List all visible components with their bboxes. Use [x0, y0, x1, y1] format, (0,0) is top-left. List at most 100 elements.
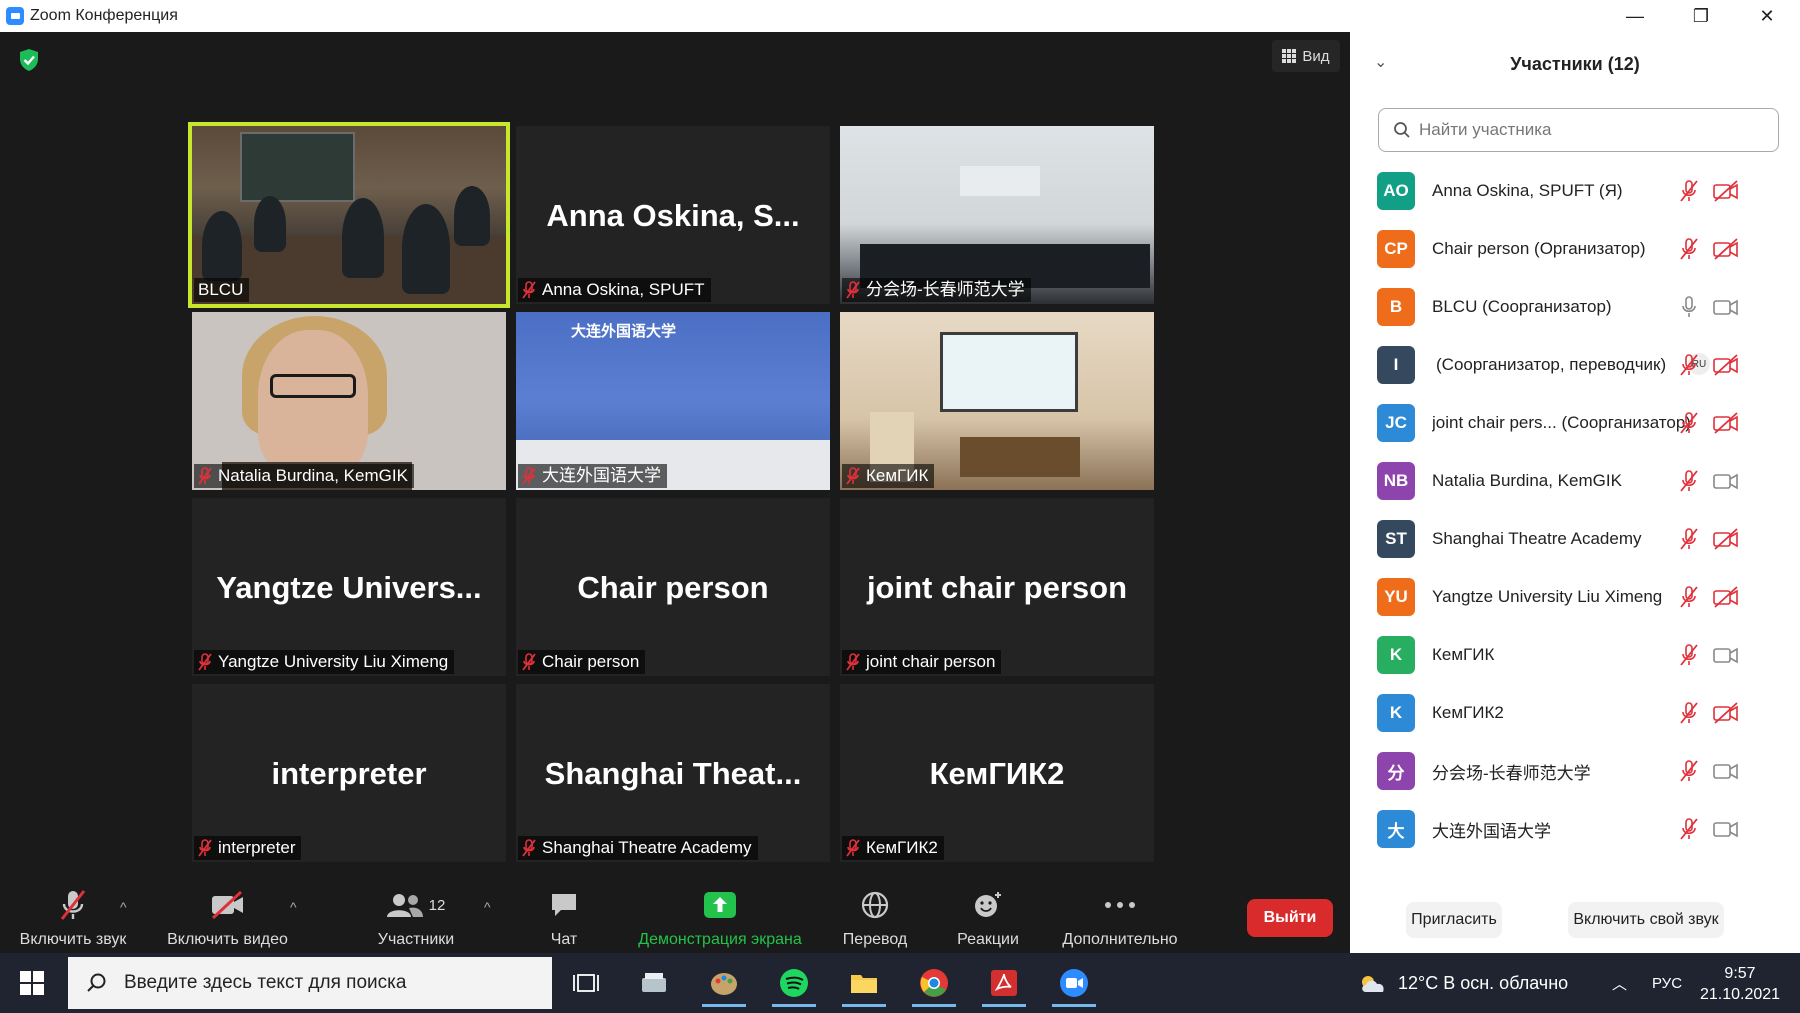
start-video-button[interactable]: Включить видео — [160, 881, 295, 953]
avatar: 分 — [1377, 752, 1415, 790]
unmute-button[interactable]: Включить звук — [12, 881, 134, 953]
invite-button[interactable]: Пригласить — [1406, 902, 1502, 938]
video-tile-changchun[interactable]: 分会场-长春师范大学 — [840, 126, 1154, 304]
avatar: K — [1377, 636, 1415, 674]
video-options-caret-icon[interactable]: ^ — [290, 899, 297, 915]
participant-row[interactable]: YU Yangtze University Liu Ximeng — [1350, 568, 1800, 626]
avatar: ST — [1377, 520, 1415, 558]
mic-muted-icon[interactable] — [1678, 759, 1700, 783]
share-screen-button[interactable]: Демонстрация экрана — [630, 881, 810, 953]
mic-muted-icon[interactable] — [1678, 643, 1700, 667]
participants-button[interactable]: 12 Участники — [370, 881, 462, 953]
video-tile-kemgik2[interactable]: КемГИК2 КемГИК2 — [840, 684, 1154, 862]
participant-row[interactable]: K КемГИК — [1350, 626, 1800, 684]
participant-row[interactable]: ST Shanghai Theatre Academy — [1350, 510, 1800, 568]
mic-muted-icon[interactable] — [1678, 817, 1700, 841]
weather-widget[interactable]: 12°C В осн. облачно — [1358, 953, 1568, 1013]
participant-label: 分会场-长春师范大学 — [842, 278, 1031, 302]
camera-off-icon[interactable] — [1712, 527, 1740, 551]
acrobat-icon[interactable] — [978, 959, 1030, 1007]
mic-muted-icon[interactable] — [1678, 353, 1700, 377]
video-tile-joint-chair[interactable]: joint chair person joint chair person — [840, 498, 1154, 676]
participant-search[interactable] — [1378, 108, 1779, 152]
video-tile-chair-person[interactable]: Chair person Chair person — [516, 498, 830, 676]
video-tile-interpreter[interactable]: interpreter interpreter — [192, 684, 506, 862]
language-indicator[interactable]: РУС — [1652, 953, 1682, 1013]
video-tile-blcu[interactable]: BLCU — [188, 122, 510, 308]
camera-icon[interactable] — [1712, 643, 1740, 667]
camera-icon[interactable] — [1712, 469, 1740, 493]
mic-icon[interactable] — [1678, 295, 1700, 319]
more-button[interactable]: Дополнительно — [1054, 881, 1186, 953]
audio-options-caret-icon[interactable]: ^ — [120, 899, 127, 915]
mic-muted-icon[interactable] — [1678, 585, 1700, 609]
zoom-logo-icon — [6, 7, 24, 25]
avatar: NB — [1377, 462, 1415, 500]
camera-icon[interactable] — [1712, 295, 1740, 319]
leave-button[interactable]: Выйти — [1247, 899, 1333, 937]
video-tile-shanghai-theatre[interactable]: Shanghai Theat... Shanghai Theatre Acade… — [516, 684, 830, 862]
camera-off-icon[interactable] — [1712, 701, 1740, 725]
video-tile-yangtze[interactable]: Yangtze Univers... Yangtze University Li… — [192, 498, 506, 676]
mic-muted-icon[interactable] — [1678, 237, 1700, 261]
participant-row[interactable]: AO Anna Oskina, SPUFT (Я) — [1350, 162, 1800, 220]
camera-off-icon[interactable] — [1712, 179, 1740, 203]
file-explorer-icon[interactable] — [838, 959, 890, 1007]
mic-muted-icon[interactable] — [1678, 411, 1700, 435]
chrome-icon[interactable] — [908, 959, 960, 1007]
task-view-icon[interactable] — [560, 959, 612, 1007]
display-name: Yangtze Univers... — [216, 570, 482, 605]
shield-check-icon[interactable] — [18, 48, 40, 72]
camera-off-icon[interactable] — [1712, 411, 1740, 435]
participant-row[interactable]: CP Chair person (Организатор) — [1350, 220, 1800, 278]
view-button[interactable]: Вид — [1272, 40, 1340, 72]
participant-row[interactable]: K КемГИК2 — [1350, 684, 1800, 742]
avatar: B — [1377, 288, 1415, 326]
restore-button[interactable]: ❐ — [1668, 0, 1734, 32]
mic-muted-icon[interactable] — [1678, 469, 1700, 493]
display-name: Shanghai Theat... — [544, 756, 802, 791]
close-button[interactable]: ✕ — [1734, 0, 1800, 32]
participant-row[interactable]: B BLCU (Соорганизатор) — [1350, 278, 1800, 336]
participant-list: AO Anna Oskina, SPUFT (Я) CP Chair person (… — [1350, 162, 1800, 858]
camera-icon[interactable] — [1712, 817, 1740, 841]
mic-muted-icon[interactable] — [1678, 701, 1700, 725]
translate-button[interactable]: Перевод — [830, 881, 920, 953]
chat-button[interactable]: Чат — [534, 881, 594, 953]
participant-row[interactable]: JC joint chair pers... (Соорганизатор) — [1350, 394, 1800, 452]
participant-row[interactable]: NB Natalia Burdina, KemGIK — [1350, 452, 1800, 510]
participants-options-caret-icon[interactable]: ^ — [484, 899, 491, 915]
search-input[interactable] — [1419, 120, 1759, 140]
meeting-area: Вид BLCU Anna Oskina, S... Anna Oskina, … — [0, 32, 1350, 881]
video-tile-dalian[interactable]: 大连外国语大学 大连外国语大学 — [516, 312, 830, 490]
participants-count: 12 — [428, 896, 446, 914]
scanner-app-icon[interactable] — [628, 959, 680, 1007]
participant-row[interactable]: 大大连外国语大学 — [1350, 800, 1800, 858]
mic-muted-icon — [846, 467, 860, 485]
video-tile-anna-oskina[interactable]: Anna Oskina, S... Anna Oskina, SPUFT — [516, 126, 830, 304]
mic-muted-icon[interactable] — [1678, 179, 1700, 203]
clock-date: 21.10.2021 — [1699, 986, 1781, 1003]
participant-name: Shanghai Theatre Academy — [1432, 529, 1642, 548]
tray-chevron-icon[interactable]: ︿ — [1612, 953, 1627, 1013]
camera-off-icon[interactable] — [1712, 353, 1740, 377]
camera-icon[interactable] — [1712, 759, 1740, 783]
taskbar-search-input[interactable] — [124, 972, 524, 994]
participant-row[interactable]: I (Соорганизатор, переводчик) RU — [1350, 336, 1800, 394]
paint-app-icon[interactable] — [698, 959, 750, 1007]
reactions-button[interactable]: Реакции — [948, 881, 1028, 953]
clock-time: 9:57 — [1724, 965, 1756, 982]
video-tile-natalia-burdina[interactable]: Natalia Burdina, KemGIK — [192, 312, 506, 490]
zoom-app-icon[interactable] — [1048, 959, 1100, 1007]
video-tile-kemgik[interactable]: КемГИК — [840, 312, 1154, 490]
unmute-me-button[interactable]: Включить свой звук — [1568, 902, 1724, 938]
spotify-icon[interactable] — [768, 959, 820, 1007]
taskbar-search[interactable] — [68, 957, 552, 1009]
camera-off-icon[interactable] — [1712, 237, 1740, 261]
windows-start-icon[interactable] — [20, 971, 44, 995]
mic-muted-icon[interactable] — [1678, 527, 1700, 551]
camera-off-icon[interactable] — [1712, 585, 1740, 609]
clock[interactable]: 9:57 21.10.2021 — [1690, 963, 1790, 1005]
participant-row[interactable]: 分分会场-长春师范大学 — [1350, 742, 1800, 800]
minimize-button[interactable]: — — [1602, 0, 1668, 32]
